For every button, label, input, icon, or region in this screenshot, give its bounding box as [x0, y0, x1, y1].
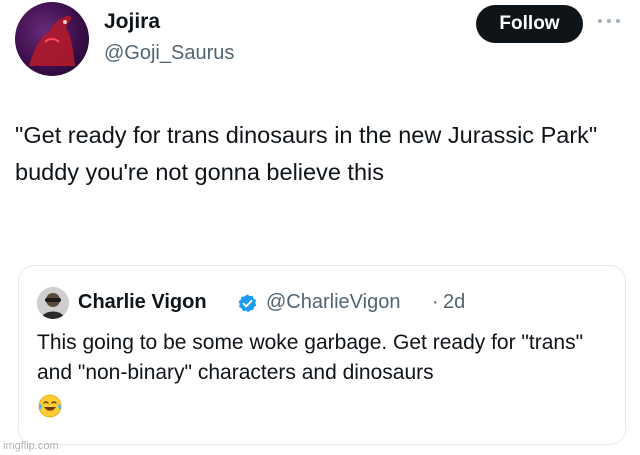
more-dot	[598, 19, 602, 23]
more-dot	[607, 19, 611, 23]
tweet: Jojira @Goji_Saurus Follow "Get ready fo…	[0, 0, 640, 455]
verified-badge-icon	[238, 294, 257, 313]
more-options-icon[interactable]	[598, 18, 620, 24]
quoted-tweet[interactable]: Charlie Vigon @CharlieVigon · 2d This go…	[18, 265, 626, 445]
quoted-author-avatar[interactable]	[37, 287, 69, 319]
quoted-author-display-name[interactable]: Charlie Vigon	[78, 291, 207, 314]
dinosaur-avatar-icon	[29, 15, 75, 66]
author-display-name[interactable]: Jojira	[104, 10, 160, 34]
quoted-tweet-text: This going to be some woke garbage. Get …	[37, 331, 584, 384]
tweet-text: "Get ready for trans dinosaurs in the ne…	[15, 122, 598, 185]
person-avatar-icon	[37, 287, 69, 319]
author-handle[interactable]: @Goji_Saurus	[104, 42, 234, 65]
face-with-tears-of-joy-icon	[38, 394, 62, 418]
quoted-author-handle[interactable]: @CharlieVigon	[266, 291, 400, 314]
quoted-tweet-timestamp[interactable]: 2d	[443, 291, 465, 314]
watermark: imgflip.com	[3, 440, 59, 452]
follow-button[interactable]: Follow	[476, 5, 583, 43]
separator-dot: ·	[432, 291, 439, 313]
author-avatar[interactable]	[15, 2, 89, 76]
more-dot	[616, 19, 620, 23]
